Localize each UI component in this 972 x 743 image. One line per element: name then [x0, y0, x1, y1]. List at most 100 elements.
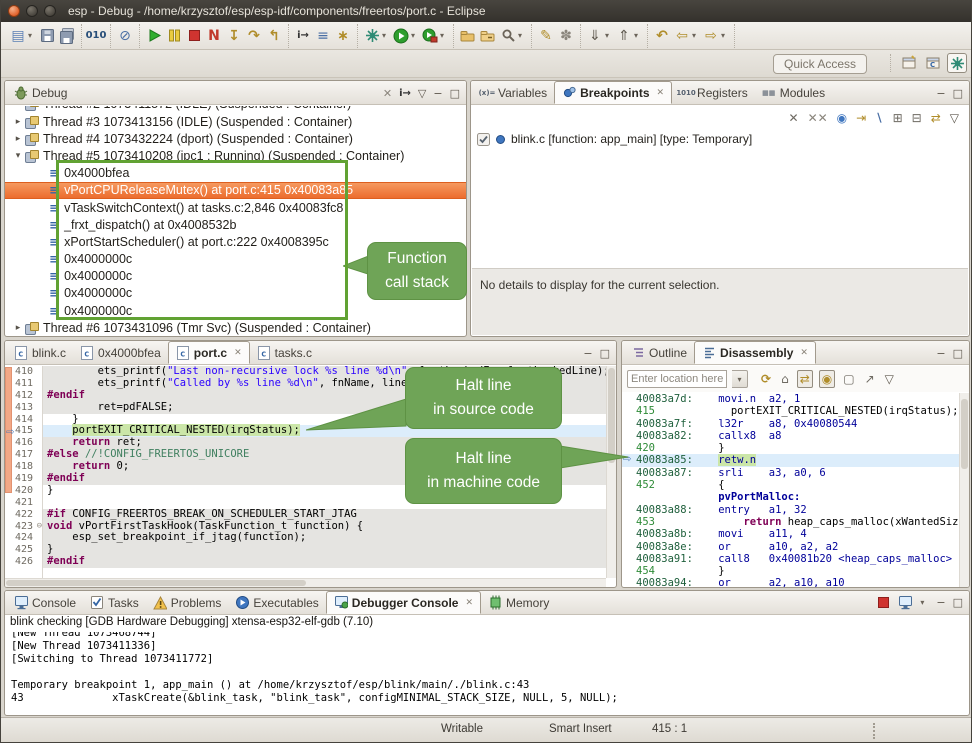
- stack-frame-row[interactable]: ≡_frxt_dispatch() at 0x4008532b: [5, 216, 466, 233]
- back-button-dropdown[interactable]: ▾: [692, 31, 701, 40]
- forward-button[interactable]: ⇨: [701, 26, 721, 46]
- next-annotation-button[interactable]: ⇓: [585, 26, 605, 46]
- tab-disassembly[interactable]: Disassembly✕: [694, 341, 816, 364]
- maximize-view-button[interactable]: □: [600, 347, 610, 360]
- stack-frame-row[interactable]: ≡0x4000000c: [5, 251, 466, 268]
- tab-tasks-c[interactable]: ctasks.c: [250, 341, 319, 364]
- thread-row[interactable]: ▸Thread #3 1073413156 (IDLE) (Suspended …: [5, 113, 466, 130]
- maximize-view-button[interactable]: □: [953, 347, 963, 360]
- tab-0x4000bfea[interactable]: c0x4000bfea: [73, 341, 168, 364]
- minimize-view-button[interactable]: −: [936, 347, 945, 360]
- open-new-view-button[interactable]: ↗: [863, 371, 877, 387]
- breakpoint-list-item[interactable]: blink.c [function: app_main] [type: Temp…: [477, 130, 967, 148]
- home-button[interactable]: ⌂: [779, 371, 791, 387]
- last-edit-location-button[interactable]: ↶: [652, 26, 672, 46]
- debug-call-stack-tree[interactable]: ▸Thread #2 1073411572 (IDLE) (Suspended …: [5, 106, 466, 335]
- tab-blink-c[interactable]: cblink.c: [7, 341, 73, 364]
- external-tools-button[interactable]: [420, 26, 440, 46]
- remove-all-terminated-button[interactable]: ✕: [383, 87, 392, 100]
- window-close-button[interactable]: [8, 5, 20, 17]
- view-menu-button[interactable]: ▽: [950, 111, 959, 125]
- minimize-view-button[interactable]: −: [583, 347, 592, 360]
- next-annotation-button-dropdown[interactable]: ▾: [605, 31, 614, 40]
- breakpoint-checkbox[interactable]: [477, 133, 490, 146]
- save-button[interactable]: [37, 26, 57, 46]
- location-input[interactable]: Enter location here: [627, 370, 727, 388]
- link-with-debug-view-toggle[interactable]: ⇄: [931, 111, 941, 125]
- stack-frame-row[interactable]: ≡0x4000bfea: [5, 165, 466, 182]
- track-expression-toggle[interactable]: ◉: [819, 370, 835, 388]
- tab-debug[interactable]: Debug: [7, 81, 74, 104]
- minimize-view-button[interactable]: −: [936, 87, 945, 100]
- thread-row[interactable]: ▸Thread #2 1073411572 (IDLE) (Suspended …: [5, 106, 466, 113]
- stack-frame-row[interactable]: ≡0x4000000c: [5, 268, 466, 285]
- stack-frame-row[interactable]: ≡vTaskSwitchContext() at tasks.c:2,846 0…: [5, 199, 466, 216]
- search-button[interactable]: [498, 26, 518, 46]
- previous-annotation-button-dropdown[interactable]: ▾: [634, 31, 643, 40]
- editor-vertical-scrollbar[interactable]: [606, 366, 616, 578]
- search-button-dropdown[interactable]: ▾: [518, 31, 527, 40]
- display-selected-console-button-dropdown[interactable]: ▾: [920, 598, 929, 607]
- cpp-perspective-button[interactable]: C: [923, 53, 943, 73]
- debug-button-dropdown[interactable]: ▾: [382, 31, 391, 40]
- step-over-button[interactable]: ↷: [244, 26, 264, 46]
- terminate-console-button[interactable]: [876, 595, 891, 610]
- editor-horizontal-scrollbar[interactable]: [5, 578, 606, 587]
- display-selected-console-button[interactable]: [898, 595, 913, 610]
- sync-with-debug-toggle[interactable]: ⇄: [797, 370, 813, 388]
- refresh-view-button[interactable]: ⟳: [759, 371, 773, 387]
- stack-frame-row[interactable]: ≡xPortStartScheduler() at port.c:222 0x4…: [5, 233, 466, 250]
- window-minimize-button[interactable]: [26, 5, 38, 17]
- show-debug-view-button[interactable]: ≡: [313, 26, 333, 46]
- open-project-button[interactable]: [458, 26, 478, 46]
- close-icon[interactable]: ✕: [800, 348, 808, 358]
- collapse-all-button[interactable]: ⊟: [912, 111, 922, 125]
- tab-console[interactable]: Console: [7, 591, 83, 614]
- maximize-view-button[interactable]: □: [953, 87, 963, 100]
- new-wizard-button[interactable]: ▤: [8, 26, 28, 46]
- disassembly-listing[interactable]: 40083a7d: movi.n a2, 1415 portEXIT_CRITI…: [622, 393, 959, 587]
- new-wizard-button-dropdown[interactable]: ▾: [28, 31, 37, 40]
- mark-occurrences-button[interactable]: ✎: [536, 26, 556, 46]
- show-breakpoints-for-button[interactable]: ◉: [837, 111, 847, 125]
- thread-row[interactable]: ▾Thread #5 1073410208 (ipc1 : Running) (…: [5, 147, 466, 164]
- build-settings-button[interactable]: ✽: [556, 26, 576, 46]
- code-area[interactable]: ets_printf("Last non-recursive lock %s l…: [43, 366, 616, 587]
- tab-registers[interactable]: 1010Registers: [672, 81, 755, 104]
- disconnect-button[interactable]: N: [204, 26, 224, 46]
- tab-modules[interactable]: ▦▦Modules: [755, 81, 832, 104]
- maximize-view-button[interactable]: □: [953, 596, 963, 609]
- scrollbar-thumb[interactable]: [608, 368, 615, 463]
- maximize-view-button[interactable]: □: [450, 87, 460, 100]
- thread-row[interactable]: ▸Thread #4 1073432224 (dport) (Suspended…: [5, 130, 466, 147]
- stack-frame-row[interactable]: ≡0x4000000c: [5, 302, 466, 319]
- stack-frame-row[interactable]: ≡vPortCPUReleaseMutex() at port.c:415 0x…: [5, 182, 466, 199]
- tab-port-c[interactable]: cport.c✕: [168, 341, 250, 364]
- tab-debugger-console[interactable]: Debugger Console✕: [326, 591, 481, 614]
- thread-row[interactable]: ▸Thread #6 1073431096 (Tmr Svc) (Suspend…: [5, 319, 466, 335]
- close-icon[interactable]: ✕: [234, 348, 242, 358]
- expand-all-button[interactable]: ⊞: [893, 111, 903, 125]
- forward-button-dropdown[interactable]: ▾: [721, 31, 730, 40]
- new-view-button[interactable]: ▢: [841, 371, 856, 387]
- tab-breakpoints[interactable]: Breakpoints✕: [554, 81, 672, 104]
- instruction-stepping-toggle[interactable]: i→: [399, 88, 411, 99]
- source-editor[interactable]: ⇨ 41041141241341441541641741841942042142…: [5, 366, 616, 587]
- debug-button[interactable]: [362, 26, 382, 46]
- terminate-button[interactable]: [184, 26, 204, 46]
- tab-outline[interactable]: Outline: [624, 341, 694, 364]
- suspend-button[interactable]: [164, 26, 184, 46]
- tab-variables[interactable]: (x)=Variables: [473, 81, 554, 104]
- minimize-view-button[interactable]: −: [433, 87, 442, 100]
- run-button-dropdown[interactable]: ▾: [411, 31, 420, 40]
- external-tools-button-dropdown[interactable]: ▾: [440, 31, 449, 40]
- save-all-button[interactable]: [57, 26, 77, 46]
- remove-breakpoint-button[interactable]: ✕: [789, 111, 799, 125]
- tab-tasks[interactable]: Tasks: [83, 591, 146, 614]
- previous-annotation-button[interactable]: ⇑: [614, 26, 634, 46]
- go-to-file-button[interactable]: ⇥: [856, 111, 866, 125]
- minimize-view-button[interactable]: −: [936, 596, 945, 609]
- view-menu-button[interactable]: ▽: [418, 87, 426, 100]
- disassembly-scrollbar[interactable]: [959, 393, 969, 587]
- open-perspective-button[interactable]: [899, 53, 919, 73]
